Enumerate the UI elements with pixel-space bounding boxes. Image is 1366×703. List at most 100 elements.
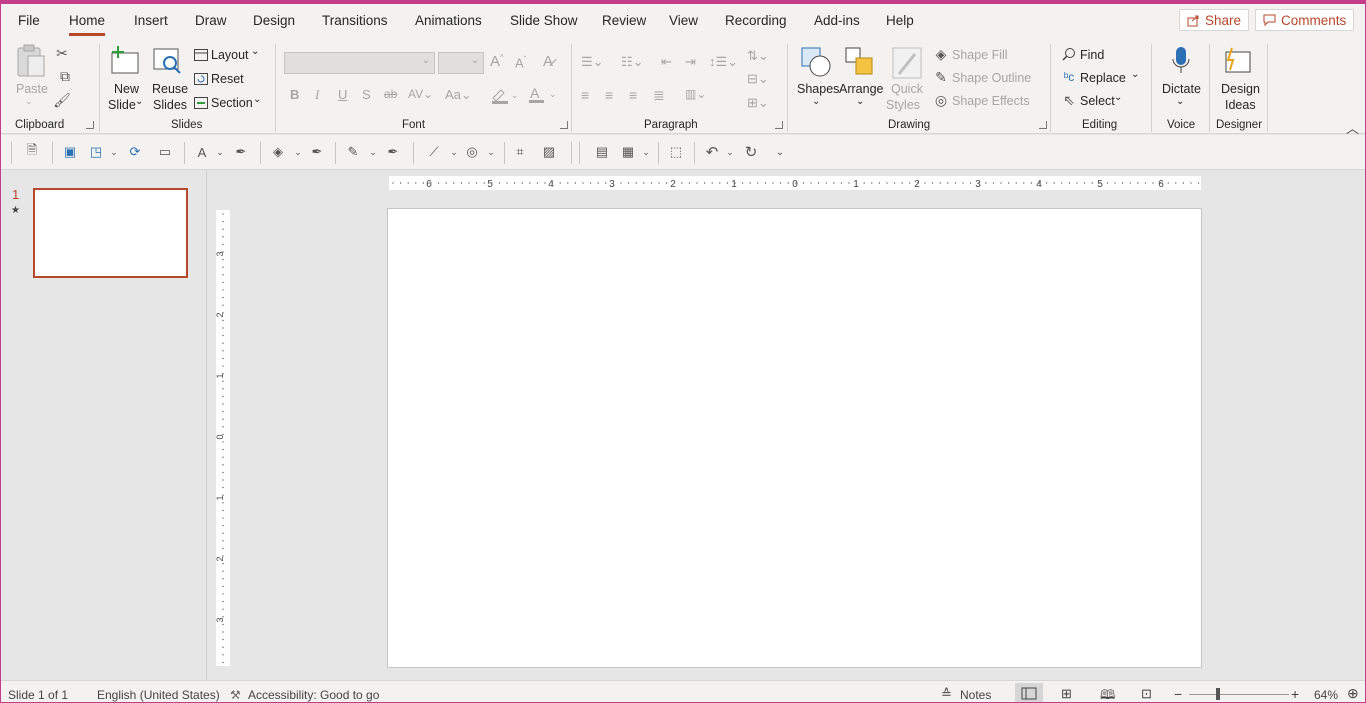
smartart-icon[interactable]: ⊞⌄	[747, 95, 769, 111]
text-direction-icon[interactable]: ⇅⌄	[747, 48, 769, 64]
justify-icon[interactable]: ≣	[653, 87, 665, 104]
cut-icon[interactable]: ✂	[54, 45, 70, 61]
insert-shape-icon[interactable]: ◳	[87, 144, 105, 160]
line-spacing-icon[interactable]: ↕☰⌄	[709, 54, 738, 70]
text-box-icon[interactable]: 🗎	[23, 142, 41, 160]
format-painter-icon[interactable]: 🖌	[53, 92, 71, 108]
tab-view[interactable]: View	[669, 13, 698, 28]
microphone-icon[interactable]	[1170, 45, 1192, 77]
shape-effects-button[interactable]: Shape Effects	[952, 94, 1030, 108]
convert-icon[interactable]: ⟳	[126, 144, 144, 160]
design-ideas-label-1[interactable]: Design	[1221, 82, 1260, 96]
screenshot-icon[interactable]: ⬚	[667, 144, 685, 160]
tab-recording[interactable]: Recording	[725, 13, 787, 28]
highlight-color-icon[interactable]: ⌄	[490, 88, 519, 104]
slide-canvas[interactable]	[387, 208, 1202, 668]
paste-icon[interactable]	[14, 44, 48, 80]
shapes-dropdown-icon[interactable]: ⌄	[812, 96, 820, 107]
section-dropdown-icon[interactable]: ⌄	[253, 94, 261, 105]
slide-sorter-icon[interactable]: ⊞	[1061, 686, 1072, 702]
shapes-button[interactable]: Shapes	[797, 82, 839, 96]
section-icon[interactable]	[193, 96, 209, 110]
dictate-button[interactable]: Dictate	[1162, 82, 1201, 96]
zoom-slider-thumb[interactable]	[1216, 688, 1220, 700]
layout-button[interactable]: Layout	[211, 48, 249, 62]
text-eyedropper-icon[interactable]: ✒	[232, 144, 250, 160]
tab-slide-show[interactable]: Slide Show	[510, 13, 578, 28]
tab-add-ins[interactable]: Add-ins	[814, 13, 860, 28]
italic-button[interactable]: I	[315, 87, 319, 103]
insert-textbox-icon[interactable]: ▣	[61, 144, 79, 160]
new-slide-label-2[interactable]: Slide	[108, 98, 136, 112]
outline-color-icon[interactable]: ✎	[344, 144, 362, 160]
new-slide-dropdown-icon[interactable]: ⌄	[135, 96, 143, 107]
tab-help[interactable]: Help	[886, 13, 914, 28]
clipboard-launcher-icon[interactable]	[86, 121, 94, 129]
layout-options-icon[interactable]: ▦	[619, 144, 637, 160]
shape-fill-button[interactable]: Shape Fill	[952, 48, 1008, 62]
shape-fill-icon[interactable]: ◈	[933, 46, 949, 62]
cursor-icon[interactable]: ⇖	[1061, 92, 1077, 108]
line-style-dropdown-icon[interactable]: ⌄	[445, 144, 463, 160]
layout-dropdown-icon[interactable]: ⌄	[251, 46, 259, 57]
reset-button[interactable]: Reset	[211, 72, 244, 86]
tab-home[interactable]: Home	[69, 13, 106, 36]
crop-icon[interactable]: ⌗	[511, 144, 529, 160]
font-size-combo[interactable]: ⌄	[438, 52, 484, 74]
tab-file[interactable]: File	[18, 13, 40, 28]
font-launcher-icon[interactable]	[560, 121, 568, 129]
dictate-dropdown-icon[interactable]: ⌄	[1176, 96, 1184, 107]
quick-styles-icon[interactable]	[891, 46, 923, 80]
grow-font-icon[interactable]: A^	[490, 53, 504, 70]
character-spacing-icon[interactable]: AV⌄	[408, 87, 433, 101]
numbering-icon[interactable]: ☷⌄	[621, 54, 644, 70]
select-button[interactable]: Select	[1080, 94, 1115, 108]
align-right-icon[interactable]: ≡	[629, 87, 637, 103]
slide-layout-icon[interactable]: ▤	[593, 144, 611, 160]
comments-button[interactable]: Comments	[1255, 9, 1355, 31]
underline-button[interactable]: U	[338, 87, 347, 102]
find-button[interactable]: Find	[1080, 48, 1104, 62]
line-style-icon[interactable]: ⟋	[425, 144, 443, 160]
font-color-dropdown-icon[interactable]: ⌄	[211, 144, 229, 160]
quick-styles-label-2[interactable]: Styles	[886, 98, 920, 112]
drawing-launcher-icon[interactable]	[1039, 121, 1047, 129]
tab-design[interactable]: Design	[253, 13, 295, 28]
notes-icon[interactable]: ≙	[941, 686, 952, 702]
select-dropdown-icon[interactable]: ⌄	[1114, 92, 1122, 103]
tab-review[interactable]: Review	[602, 13, 646, 28]
effects-dropdown-icon[interactable]: ⌄	[482, 144, 500, 160]
accessibility-status[interactable]: Accessibility: Good to go	[248, 688, 379, 702]
decrease-indent-icon[interactable]: ⇤	[661, 54, 672, 70]
replace-icon[interactable]: ᵇc	[1061, 69, 1077, 85]
font-color-icon[interactable]: A ⌄	[529, 85, 557, 104]
share-button[interactable]: Share	[1179, 9, 1250, 31]
arrange-dropdown-icon[interactable]: ⌄	[856, 96, 864, 107]
change-case-icon[interactable]: Aa⌄	[445, 87, 472, 103]
layout-icon[interactable]	[193, 48, 209, 62]
shape-dropdown-icon[interactable]: ⌄	[105, 144, 123, 160]
tab-draw[interactable]: Draw	[195, 13, 227, 28]
reading-view-icon[interactable]: 🕮	[1100, 686, 1115, 702]
increase-indent-icon[interactable]: ⇥	[685, 54, 696, 70]
new-slide-label-1[interactable]: New	[114, 82, 139, 96]
shape-effects-icon[interactable]: ◎	[933, 92, 949, 108]
image-icon[interactable]: ▨	[540, 144, 558, 160]
undo-icon[interactable]: ↶	[703, 144, 721, 161]
copy-icon[interactable]: ⧉	[54, 68, 76, 84]
normal-view-button[interactable]	[1015, 683, 1043, 702]
arrange-icon[interactable]	[844, 46, 876, 78]
paste-dropdown-icon[interactable]: ⌄	[25, 96, 33, 107]
slide-thumbnail[interactable]	[33, 188, 188, 278]
zoom-out-icon[interactable]: −	[1174, 686, 1182, 702]
bold-button[interactable]: B	[290, 87, 299, 102]
customize-toolbar-icon[interactable]: ⌄	[771, 144, 789, 160]
slideshow-view-icon[interactable]: ⊡	[1141, 686, 1152, 702]
slide-count-status[interactable]: Slide 1 of 1	[8, 688, 68, 702]
fill-eyedropper-icon[interactable]: ✒	[308, 144, 326, 160]
align-center-icon[interactable]: ≡	[605, 87, 613, 103]
design-ideas-icon[interactable]	[1222, 46, 1254, 76]
layout-options-dropdown-icon[interactable]: ⌄	[637, 144, 655, 160]
outline-eyedropper-icon[interactable]: ✒	[384, 144, 402, 160]
align-text-icon[interactable]: ⊟⌄	[747, 71, 769, 87]
